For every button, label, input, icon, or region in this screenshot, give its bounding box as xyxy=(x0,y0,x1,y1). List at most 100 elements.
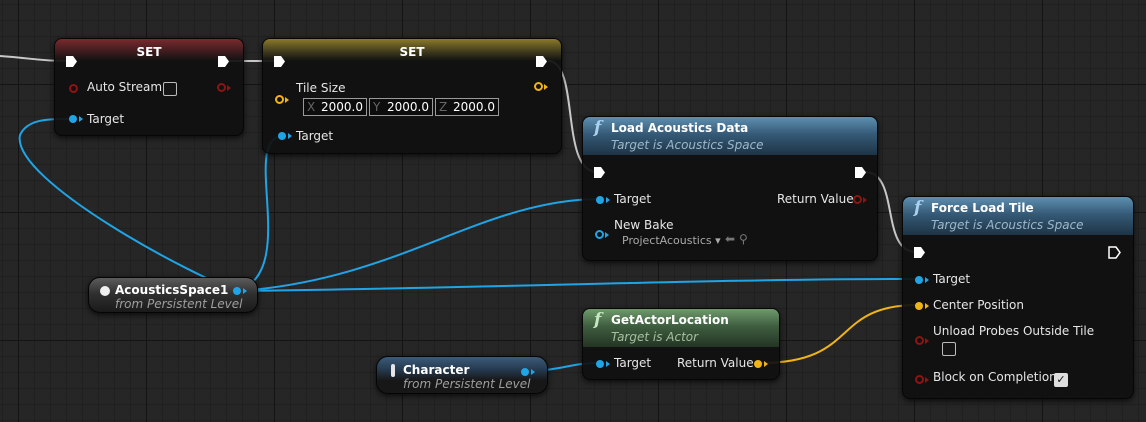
pin-arrow-icon xyxy=(925,377,929,383)
tile-size-z-field[interactable]: Z 2000.0 xyxy=(435,98,499,116)
pin-arrow-icon xyxy=(544,84,548,90)
unload-probes-checkbox[interactable] xyxy=(942,342,956,356)
new-bake-label: New Bake xyxy=(614,218,674,232)
block-on-completion-checkbox[interactable]: ✓ xyxy=(1054,373,1068,387)
auto-stream-checkbox[interactable] xyxy=(163,82,177,96)
pin-arrow-icon xyxy=(925,338,929,344)
target-input-pin[interactable] xyxy=(596,196,604,204)
x-value: 2000.0 xyxy=(321,100,363,114)
target-input-pin[interactable] xyxy=(596,360,604,368)
node-subtitle: Target is Acoustics Space xyxy=(931,218,1084,232)
load-acoustics-data-node[interactable]: f Load Acoustics Data Target is Acoustic… xyxy=(582,116,878,261)
exec-out-pin[interactable] xyxy=(854,166,867,179)
target-label: Target xyxy=(933,272,971,286)
new-bake-asset-dropdown[interactable]: ProjectAcoustics ▾ xyxy=(619,233,724,248)
object-wire xyxy=(18,117,239,292)
unload-probes-input-pin[interactable] xyxy=(915,336,924,345)
variable-output-pin[interactable] xyxy=(521,368,529,376)
exec-in-pin[interactable] xyxy=(593,166,606,179)
character-variable-node[interactable]: Character from Persistent Level xyxy=(376,356,548,394)
y-value: 2000.0 xyxy=(387,100,429,114)
target-input-pin[interactable] xyxy=(915,276,923,284)
x-axis-label: X xyxy=(307,100,316,114)
force-load-tile-node[interactable]: f Force Load Tile Target is Acoustics Sp… xyxy=(902,196,1134,399)
character-pawn-icon xyxy=(391,364,395,377)
tile-size-y-field[interactable]: Y 2000.0 xyxy=(369,98,433,116)
get-actor-location-node[interactable]: f GetActorLocation Target is Actor Targe… xyxy=(582,308,780,380)
auto-stream-output-pin[interactable] xyxy=(217,83,226,92)
pin-arrow-icon xyxy=(531,369,535,375)
block-on-completion-label: Block on Completion xyxy=(933,370,1057,384)
y-axis-label: Y xyxy=(373,100,381,114)
auto-stream-label: Auto Stream xyxy=(87,80,163,94)
variable-source: from Persistent Level xyxy=(115,297,243,311)
variable-output-pin[interactable] xyxy=(233,287,241,295)
pin-arrow-icon xyxy=(227,85,231,91)
pin-arrow-icon xyxy=(606,197,610,203)
function-icon: f xyxy=(594,310,602,330)
exec-out-pin[interactable] xyxy=(1108,246,1121,259)
object-wire xyxy=(237,198,600,292)
object-wire xyxy=(237,278,919,292)
target-label: Target xyxy=(614,356,652,370)
tile-size-input-pin[interactable] xyxy=(275,95,284,104)
new-bake-input-pin[interactable] xyxy=(595,230,604,239)
z-value: 2000.0 xyxy=(453,100,495,114)
node-title: GetActorLocation xyxy=(611,313,729,327)
tile-size-label: Tile Size xyxy=(296,81,346,95)
z-axis-label: Z xyxy=(439,100,448,114)
node-subtitle: Target is Acoustics Space xyxy=(611,138,764,152)
return-value-output-pin[interactable] xyxy=(853,195,862,204)
return-value-label: Return Value xyxy=(677,356,754,370)
object-reference-icon xyxy=(100,286,110,296)
pin-arrow-icon xyxy=(288,133,292,139)
chevron-down-icon: ▾ xyxy=(711,234,721,247)
variable-source: from Persistent Level xyxy=(403,377,531,391)
pin-arrow-icon xyxy=(79,116,83,122)
return-value-output-pin[interactable] xyxy=(754,360,762,368)
node-title: Load Acoustics Data xyxy=(611,121,749,135)
unload-probes-label: Unload Probes Outside Tile xyxy=(933,324,1095,338)
target-label: Target xyxy=(87,112,125,126)
new-bake-asset-value: ProjectAcoustics xyxy=(622,234,712,247)
acoustics-space-variable-node[interactable]: AcousticsSpace1 from Persistent Level xyxy=(88,277,258,313)
pin-arrow-icon xyxy=(863,197,867,203)
pin-arrow-icon xyxy=(764,361,768,367)
vector-wire xyxy=(759,304,919,364)
set-auto-stream-node[interactable]: SET Auto Stream Target xyxy=(54,38,244,136)
browse-search-icon[interactable]: ⚲ xyxy=(739,232,748,246)
target-label: Target xyxy=(296,129,334,143)
block-on-completion-input-pin[interactable] xyxy=(915,375,924,384)
variable-name: Character xyxy=(403,363,470,377)
auto-stream-input-pin[interactable] xyxy=(69,84,78,93)
exec-out-pin[interactable] xyxy=(217,55,230,68)
center-position-input-pin[interactable] xyxy=(915,302,923,310)
tile-size-output-pin[interactable] xyxy=(534,82,543,91)
use-selected-asset-arrow-icon[interactable]: ⬅ xyxy=(725,232,735,246)
pin-arrow-icon xyxy=(243,288,247,294)
return-value-label: Return Value xyxy=(777,192,854,206)
pin-arrow-icon xyxy=(285,97,289,103)
pin-arrow-icon xyxy=(605,232,609,238)
node-title: Force Load Tile xyxy=(931,201,1034,215)
target-input-pin[interactable] xyxy=(278,132,286,140)
object-wire xyxy=(237,135,283,292)
center-position-label: Center Position xyxy=(933,298,1024,312)
node-title: SET xyxy=(136,45,162,59)
target-label: Target xyxy=(614,192,652,206)
function-icon: f xyxy=(594,118,602,138)
exec-out-pin[interactable] xyxy=(535,55,548,68)
function-icon: f xyxy=(914,198,922,218)
exec-in-pin[interactable] xyxy=(913,246,926,259)
pin-arrow-icon xyxy=(606,361,610,367)
node-title: SET xyxy=(399,45,425,59)
exec-in-pin[interactable] xyxy=(273,55,286,68)
pin-arrow-icon xyxy=(925,303,929,309)
tile-size-x-field[interactable]: X 2000.0 xyxy=(303,98,367,116)
pin-arrow-icon xyxy=(925,277,929,283)
variable-name: AcousticsSpace1 xyxy=(115,283,229,297)
exec-in-pin[interactable] xyxy=(65,55,78,68)
set-tile-size-node[interactable]: SET Tile Size X 2000.0 Y 2000.0 Z 2000.0… xyxy=(262,38,562,154)
node-subtitle: Target is Actor xyxy=(611,330,699,344)
target-input-pin[interactable] xyxy=(69,115,77,123)
